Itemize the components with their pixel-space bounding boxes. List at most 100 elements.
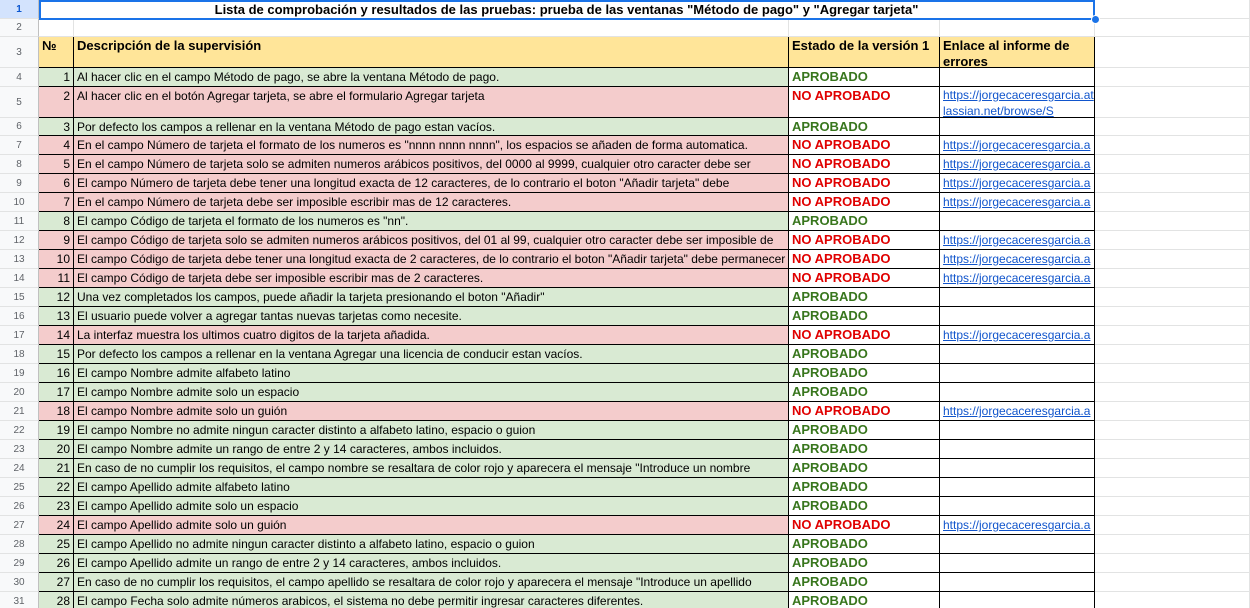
empty-cell[interactable] (1095, 19, 1250, 37)
row-header[interactable]: 2 (0, 19, 39, 37)
case-number[interactable]: 28 (39, 592, 74, 608)
bug-report-link[interactable] (940, 535, 1095, 554)
status-fail[interactable]: NO APROBADO (789, 269, 940, 288)
case-description[interactable]: El campo Apellido admite solo un espacio (74, 497, 789, 516)
empty-cell[interactable] (74, 19, 789, 37)
status-fail[interactable]: NO APROBADO (789, 231, 940, 250)
case-number[interactable]: 5 (39, 155, 74, 174)
row-header[interactable]: 26 (0, 497, 39, 516)
empty-cell[interactable] (1095, 118, 1250, 136)
bug-report-link[interactable] (940, 478, 1095, 497)
case-number[interactable]: 9 (39, 231, 74, 250)
case-number[interactable]: 1 (39, 68, 74, 87)
case-description[interactable]: El campo Apellido admite solo un guión (74, 516, 789, 535)
empty-cell[interactable] (39, 19, 74, 37)
row-header[interactable]: 31 (0, 592, 39, 608)
case-number[interactable]: 17 (39, 383, 74, 402)
row-header[interactable]: 7 (0, 136, 39, 155)
empty-cell[interactable] (1095, 592, 1250, 608)
empty-cell[interactable] (1095, 269, 1250, 288)
row-header[interactable]: 19 (0, 364, 39, 383)
status-pass[interactable]: APROBADO (789, 118, 940, 136)
case-description[interactable]: El campo Código de tarjeta el formato de… (74, 212, 789, 231)
empty-cell[interactable] (1095, 535, 1250, 554)
case-description[interactable]: El campo Nombre admite solo un guión (74, 402, 789, 421)
status-pass[interactable]: APROBADO (789, 307, 940, 326)
bug-report-link[interactable] (940, 118, 1095, 136)
status-fail[interactable]: NO APROBADO (789, 155, 940, 174)
status-fail[interactable]: NO APROBADO (789, 136, 940, 155)
row-header[interactable]: 20 (0, 383, 39, 402)
status-fail[interactable]: NO APROBADO (789, 326, 940, 345)
bug-report-link[interactable] (940, 440, 1095, 459)
row-header[interactable]: 13 (0, 250, 39, 269)
bug-report-link[interactable]: https://jorgecaceresgarcia.a (940, 402, 1095, 421)
status-pass[interactable]: APROBADO (789, 459, 940, 478)
status-pass[interactable]: APROBADO (789, 383, 940, 402)
header-num[interactable]: № (39, 37, 74, 68)
row-header[interactable]: 22 (0, 421, 39, 440)
row-header[interactable]: 25 (0, 478, 39, 497)
row-header[interactable]: 17 (0, 326, 39, 345)
case-description[interactable]: El campo Apellido admite alfabeto latino (74, 478, 789, 497)
bug-report-link[interactable] (940, 383, 1095, 402)
case-description[interactable]: El campo Código de tarjeta debe tener un… (74, 250, 789, 269)
case-number[interactable]: 13 (39, 307, 74, 326)
status-fail[interactable]: NO APROBADO (789, 402, 940, 421)
bug-report-link[interactable] (940, 459, 1095, 478)
status-pass[interactable]: APROBADO (789, 364, 940, 383)
case-description[interactable]: Por defecto los campos a rellenar en la … (74, 118, 789, 136)
status-pass[interactable]: APROBADO (789, 68, 940, 87)
case-description[interactable]: En el campo Número de tarjeta debe ser i… (74, 193, 789, 212)
row-header[interactable]: 21 (0, 402, 39, 421)
case-number[interactable]: 20 (39, 440, 74, 459)
empty-cell[interactable] (1095, 478, 1250, 497)
case-number[interactable]: 21 (39, 459, 74, 478)
status-pass[interactable]: APROBADO (789, 554, 940, 573)
empty-cell[interactable] (1095, 402, 1250, 421)
row-header[interactable]: 12 (0, 231, 39, 250)
bug-report-link[interactable]: https://jorgecaceresgarcia.atlassian.net… (940, 87, 1095, 118)
empty-cell[interactable] (940, 19, 1095, 37)
status-pass[interactable]: APROBADO (789, 345, 940, 364)
empty-cell[interactable] (1095, 307, 1250, 326)
case-number[interactable]: 4 (39, 136, 74, 155)
empty-cell[interactable] (1095, 68, 1250, 87)
case-number[interactable]: 25 (39, 535, 74, 554)
case-number[interactable]: 16 (39, 364, 74, 383)
bug-report-link[interactable] (940, 345, 1095, 364)
bug-report-link[interactable] (940, 68, 1095, 87)
empty-cell[interactable] (1095, 155, 1250, 174)
bug-report-link[interactable] (940, 288, 1095, 307)
bug-report-link[interactable]: https://jorgecaceresgarcia.a (940, 193, 1095, 212)
case-description[interactable]: En caso de no cumplir los requisitos, el… (74, 573, 789, 592)
empty-cell[interactable] (1095, 288, 1250, 307)
bug-report-link[interactable] (940, 592, 1095, 608)
status-pass[interactable]: APROBADO (789, 288, 940, 307)
case-description[interactable]: El campo Nombre admite solo un espacio (74, 383, 789, 402)
status-fail[interactable]: NO APROBADO (789, 174, 940, 193)
row-header[interactable]: 30 (0, 573, 39, 592)
case-number[interactable]: 22 (39, 478, 74, 497)
bug-report-link[interactable] (940, 573, 1095, 592)
row-header[interactable]: 29 (0, 554, 39, 573)
bug-report-link[interactable]: https://jorgecaceresgarcia.a (940, 136, 1095, 155)
case-description[interactable]: Por defecto los campos a rellenar en la … (74, 345, 789, 364)
case-number[interactable]: 12 (39, 288, 74, 307)
row-header[interactable]: 11 (0, 212, 39, 231)
bug-report-link[interactable] (940, 421, 1095, 440)
status-fail[interactable]: NO APROBADO (789, 193, 940, 212)
case-description[interactable]: El campo Nombre admite alfabeto latino (74, 364, 789, 383)
empty-cell[interactable] (1095, 174, 1250, 193)
row-header[interactable]: 1 (0, 0, 39, 19)
row-header[interactable]: 8 (0, 155, 39, 174)
status-pass[interactable]: APROBADO (789, 497, 940, 516)
case-number[interactable]: 26 (39, 554, 74, 573)
empty-cell[interactable] (789, 19, 940, 37)
row-header[interactable]: 27 (0, 516, 39, 535)
sheet-title-cell[interactable]: Lista de comprobación y resultados de la… (39, 0, 1095, 19)
status-pass[interactable]: APROBADO (789, 592, 940, 608)
row-header[interactable]: 28 (0, 535, 39, 554)
case-number[interactable]: 23 (39, 497, 74, 516)
case-description[interactable]: La interfaz muestra los ultimos cuatro d… (74, 326, 789, 345)
